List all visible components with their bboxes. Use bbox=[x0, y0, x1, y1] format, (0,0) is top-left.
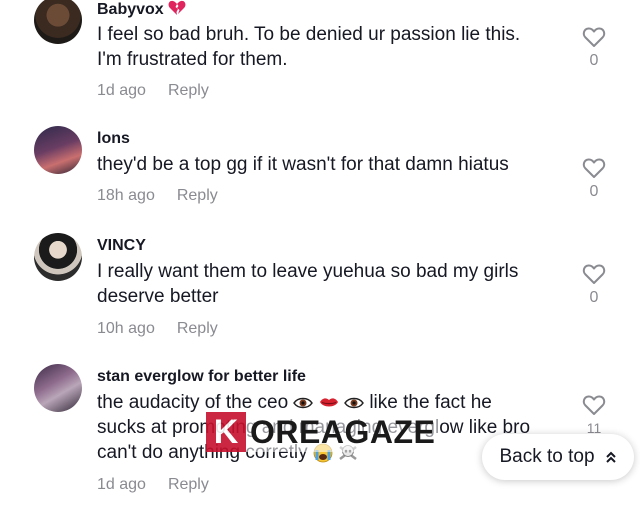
lips-icon bbox=[319, 398, 338, 407]
comment-line: I feel so bad bruh. To be denied ur pass… bbox=[97, 24, 521, 45]
like-button[interactable]: 11 bbox=[580, 394, 608, 436]
comment-text-part: the audacity of the ceo bbox=[97, 392, 289, 413]
avatar[interactable] bbox=[34, 0, 82, 44]
like-button[interactable]: 0 bbox=[580, 263, 608, 307]
like-count: 0 bbox=[589, 289, 599, 306]
comment-time: 18h ago bbox=[97, 187, 155, 204]
avatar[interactable] bbox=[34, 233, 82, 281]
reply-button[interactable]: Reply bbox=[168, 82, 209, 99]
comment-line: deserve better bbox=[97, 286, 219, 307]
username-text[interactable]: Babyvox bbox=[97, 1, 164, 18]
comment-time: 1d ago bbox=[97, 82, 146, 99]
comment-meta: 10h ago Reply bbox=[97, 320, 218, 338]
comment-text: they'd be a top gg if it wasn't for that… bbox=[97, 152, 557, 177]
comment-line: the audacity of the ceo like the fact he bbox=[97, 390, 557, 415]
back-to-top-label: Back to top bbox=[499, 446, 595, 467]
reply-button[interactable]: Reply bbox=[168, 476, 209, 493]
reply-button[interactable]: Reply bbox=[177, 320, 218, 337]
heart-outline-icon bbox=[582, 158, 606, 178]
comment-line: sucks at promoting and managing everglow… bbox=[97, 417, 531, 438]
comment-text: I really want them to leave yuehua so ba… bbox=[97, 259, 557, 309]
heart-outline-icon bbox=[582, 264, 606, 284]
eye-icon bbox=[293, 397, 314, 409]
double-chevron-up-icon bbox=[605, 451, 616, 463]
comment-time: 10h ago bbox=[97, 320, 155, 337]
reply-button[interactable]: Reply bbox=[177, 187, 218, 204]
skull-crossbones-icon bbox=[339, 445, 357, 460]
comment-meta: 1d ago Reply bbox=[97, 476, 209, 494]
heart-outline-icon bbox=[582, 27, 606, 47]
comment-username[interactable]: lons bbox=[97, 130, 130, 148]
back-to-top-button[interactable]: Back to top bbox=[482, 434, 634, 480]
comment-text-part: like the fact he bbox=[369, 392, 492, 413]
comment-meta: 1d ago Reply bbox=[97, 82, 209, 100]
like-button[interactable]: 0 bbox=[580, 157, 608, 201]
avatar[interactable] bbox=[34, 364, 82, 412]
comment-text: I feel so bad bruh. To be denied ur pass… bbox=[97, 22, 557, 72]
avatar[interactable] bbox=[34, 126, 82, 174]
like-count: 0 bbox=[589, 183, 599, 200]
comment-meta: 18h ago Reply bbox=[97, 187, 218, 205]
comment-line: I'm frustrated for them. bbox=[97, 49, 288, 70]
comment-line: they'd be a top gg if it wasn't for that… bbox=[97, 154, 509, 175]
comment-username[interactable]: stan everglow for better life bbox=[97, 368, 306, 386]
comment-username[interactable]: VINCY bbox=[97, 237, 146, 255]
crying-face-icon bbox=[313, 443, 333, 463]
like-button[interactable]: 0 bbox=[580, 26, 608, 70]
like-count: 0 bbox=[589, 52, 599, 69]
heart-outline-icon bbox=[582, 395, 606, 415]
comment-text-part: can't do anything corretly bbox=[97, 442, 308, 463]
comment-username[interactable]: Babyvox bbox=[97, 0, 186, 19]
comment-line: I really want them to leave yuehua so ba… bbox=[97, 261, 519, 282]
username-text[interactable]: VINCY bbox=[97, 237, 146, 254]
username-text[interactable]: stan everglow for better life bbox=[97, 368, 306, 385]
eye-icon bbox=[344, 397, 364, 409]
broken-heart-icon bbox=[168, 0, 186, 15]
username-text[interactable]: lons bbox=[97, 130, 130, 147]
comment-time: 1d ago bbox=[97, 476, 146, 493]
